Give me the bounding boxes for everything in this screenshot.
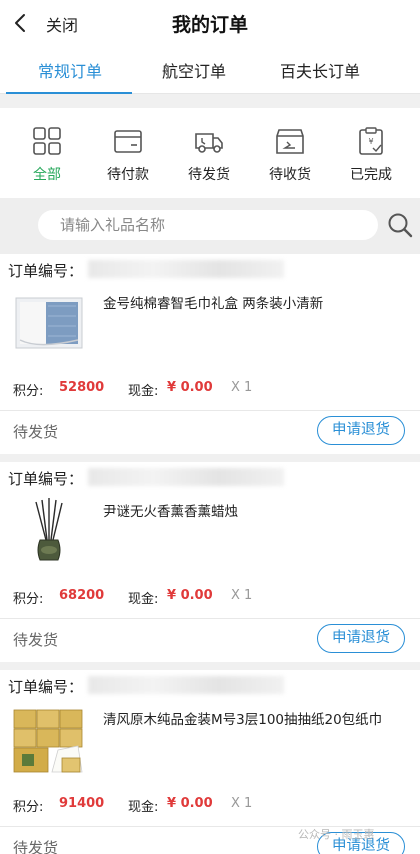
order-status: 待发货 (13, 423, 59, 441)
cash-value: ¥ 0.00 (167, 796, 213, 811)
points-label: 积分: (13, 592, 44, 607)
status-filter-pending-payment[interactable]: 待付款 (86, 108, 170, 198)
top-bar: 关闭 我的订单 (0, 0, 420, 46)
order-status: 待发货 (13, 839, 59, 854)
status-filter-label: 全部 (33, 167, 61, 183)
svg-text:¥: ¥ (368, 137, 373, 146)
order-number-redacted (88, 468, 284, 486)
order-number-label: 订单编号： (8, 262, 84, 280)
cash-label: 现金: (128, 384, 159, 399)
divider (0, 410, 420, 411)
points-label: 积分: (13, 800, 44, 815)
search-input[interactable] (60, 214, 360, 236)
order-status: 待发货 (13, 631, 59, 649)
status-filter-pending-receipt[interactable]: 待收货 (248, 108, 332, 198)
status-filter-label: 待发货 (188, 167, 230, 183)
points-value: 68200 (59, 588, 105, 603)
watermark-text: 公众号 · 雨玉惠 (298, 828, 375, 841)
points-value: 52800 (59, 380, 105, 395)
grid-icon (33, 127, 61, 155)
request-return-button[interactable]: 申请退货 (317, 416, 405, 445)
search-icon[interactable] (386, 211, 414, 239)
page-title: 我的订单 (171, 14, 248, 36)
quantity: X 1 (231, 796, 253, 811)
order-number-label: 订单编号： (8, 470, 84, 488)
product-thumbnail-towel[interactable] (12, 286, 86, 360)
order-card: 订单编号： 金号纯棉睿智毛巾礼盒 两条装小清新 积分: 52800 现金: ¥ … (0, 254, 420, 454)
status-filter-label: 已完成 (350, 167, 392, 183)
product-name[interactable]: 清风原木纯品金装M号3层100抽抽纸20包纸巾 (103, 708, 403, 733)
status-filter-row: 全部 待付款 待发货 待收货 ¥ 已完成 (0, 108, 420, 198)
delivery-truck-icon (195, 133, 223, 153)
wallet-icon (114, 130, 142, 153)
status-filter-label: 待收货 (269, 167, 311, 183)
status-filter-pending-shipment[interactable]: 待发货 (167, 108, 251, 198)
order-number-redacted (88, 676, 284, 694)
cash-value: ¥ 0.00 (167, 380, 213, 395)
points-value: 91400 (59, 796, 105, 811)
product-name[interactable]: 尹谜无火香薰香薰蜡烛 (103, 500, 403, 525)
cash-label: 现金: (128, 592, 159, 607)
status-filter-label: 待付款 (107, 167, 149, 183)
cash-value: ¥ 0.00 (167, 588, 213, 603)
product-thumbnail-tissue[interactable] (12, 702, 86, 776)
search-bar (0, 198, 420, 254)
product-name[interactable]: 金号纯棉睿智毛巾礼盒 两条装小清新 (103, 292, 403, 317)
request-return-button[interactable]: 申请退货 (317, 624, 405, 653)
quantity: X 1 (231, 380, 253, 395)
spacer (0, 94, 420, 108)
cash-label: 现金: (128, 800, 159, 815)
tab-air-orders[interactable]: 航空订单 (124, 58, 264, 82)
quantity: X 1 (231, 588, 253, 603)
order-number-redacted (88, 260, 284, 278)
package-box-icon (276, 129, 304, 154)
status-filter-all[interactable]: 全部 (5, 108, 89, 198)
clipboard-check-icon: ¥ (359, 127, 383, 155)
order-card: 订单编号： 尹谜无火香薰香薰蜡烛 积分: 68200 现金: ¥ 0.00 X … (0, 462, 420, 662)
product-thumbnail-diffuser[interactable] (12, 494, 86, 568)
status-filter-completed[interactable]: ¥ 已完成 (329, 108, 413, 198)
points-label: 积分: (13, 384, 44, 399)
order-number-label: 订单编号： (8, 678, 84, 696)
tab-regular-orders[interactable]: 常规订单 (0, 58, 140, 82)
tab-centurion-orders[interactable]: 百夫长订单 (250, 58, 390, 82)
divider (0, 618, 420, 619)
search-box (38, 210, 378, 240)
order-type-tabs: 常规订单 航空订单 百夫长订单 (0, 46, 420, 94)
